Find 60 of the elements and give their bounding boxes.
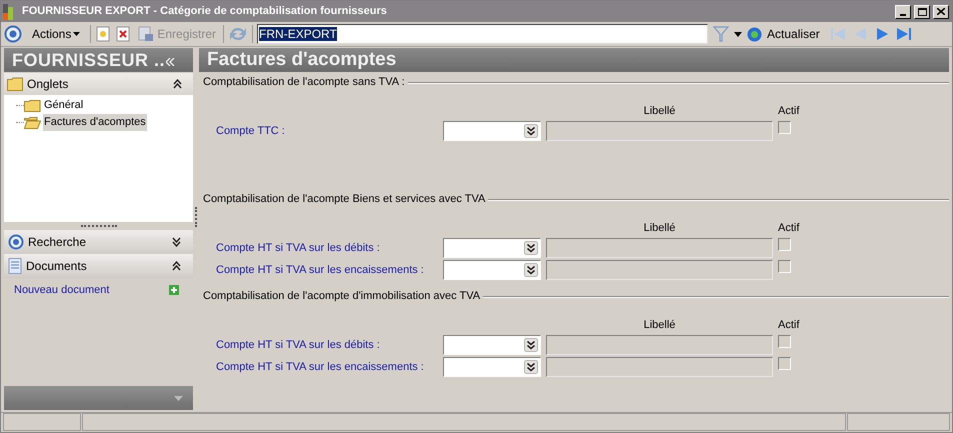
close-icon xyxy=(937,8,945,15)
section-title: Comptabilisation de l'acompte sans TVA : xyxy=(203,75,405,90)
minimize-button[interactable] xyxy=(895,4,911,18)
account-combo-box[interactable] xyxy=(443,335,541,355)
target-icon[interactable] xyxy=(4,25,22,43)
dropdown-arrow-icon[interactable] xyxy=(524,241,538,255)
last-record-icon[interactable] xyxy=(896,26,912,42)
target-icon xyxy=(8,234,24,250)
section-header[interactable]: Onglets xyxy=(4,73,193,95)
refresh-button[interactable]: Actualiser xyxy=(746,24,820,44)
column-header: Actif xyxy=(778,104,800,116)
field-label: Compte TTC : xyxy=(216,124,286,139)
sidebar-header: FOURNISSEUR .. xyxy=(4,48,193,72)
actions-menu-button[interactable]: Actions xyxy=(26,24,86,44)
column-header: Libellé xyxy=(642,318,676,332)
tree-item[interactable]: Général xyxy=(43,97,84,114)
collapse-icon[interactable] xyxy=(173,79,182,89)
section-header[interactable]: Recherche xyxy=(4,230,193,254)
column-header: Actif xyxy=(778,222,800,234)
account-combo-box[interactable] xyxy=(443,260,541,280)
record-field[interactable]: FRN-EXPORT xyxy=(257,24,708,44)
active-checkbox[interactable] xyxy=(778,335,791,348)
active-checkbox[interactable] xyxy=(778,357,791,370)
section-title: Comptabilisation de l'acompte d'immobilisation avec TVA xyxy=(203,289,480,304)
dropdown-arrow-icon[interactable] xyxy=(524,338,538,352)
content-header: Factures d'acomptes xyxy=(199,48,949,72)
dropdown-arrow-icon[interactable] xyxy=(524,263,538,277)
folder-icon xyxy=(7,77,23,91)
column-header: Libellé xyxy=(642,220,676,236)
close-button[interactable] xyxy=(933,4,949,18)
active-checkbox[interactable] xyxy=(778,260,791,273)
add-icon[interactable] xyxy=(169,285,179,295)
account-combo-box[interactable] xyxy=(443,357,541,377)
folder-icon xyxy=(24,116,41,128)
maximize-button[interactable] xyxy=(914,4,930,18)
dropdown-arrow-icon[interactable] xyxy=(524,124,538,138)
window-title: FOURNISSEUR EXPORT - Catégorie de comptabilisation fournisseurs xyxy=(22,4,388,20)
field-label: Compte HT si TVA sur les débits : xyxy=(216,240,381,256)
section-title: Comptabilisation de l'acompte Biens et services avec TVA xyxy=(203,192,486,207)
field-label: Compte HT si TVA sur les débits : xyxy=(216,338,381,353)
field-label: Compte HT si TVA sur les encaissements : xyxy=(216,262,425,278)
caret-icon xyxy=(73,32,80,36)
active-checkbox[interactable] xyxy=(778,121,791,134)
folder-icon xyxy=(24,100,41,112)
dropdown-arrow-icon[interactable] xyxy=(734,32,742,36)
column-header: Libellé xyxy=(642,104,676,118)
expand-icon[interactable] xyxy=(172,237,181,247)
document-icon xyxy=(8,258,22,274)
new-document-icon[interactable] xyxy=(95,26,112,42)
new-document-link[interactable]: Nouveau document xyxy=(14,282,110,298)
delete-icon[interactable] xyxy=(115,26,132,42)
field-label: Compte HT si TVA sur les encaissements : xyxy=(216,360,425,375)
account-combo-box[interactable] xyxy=(443,121,541,141)
column-header: Actif xyxy=(778,318,800,330)
tree-item[interactable]: Factures d'acomptes xyxy=(43,114,147,131)
dropdown-arrow-icon[interactable] xyxy=(524,360,538,374)
active-checkbox[interactable] xyxy=(778,238,791,251)
section-header[interactable]: Documents xyxy=(4,254,193,278)
account-combo-box[interactable] xyxy=(443,238,541,258)
collapse-icon[interactable] xyxy=(172,261,181,271)
